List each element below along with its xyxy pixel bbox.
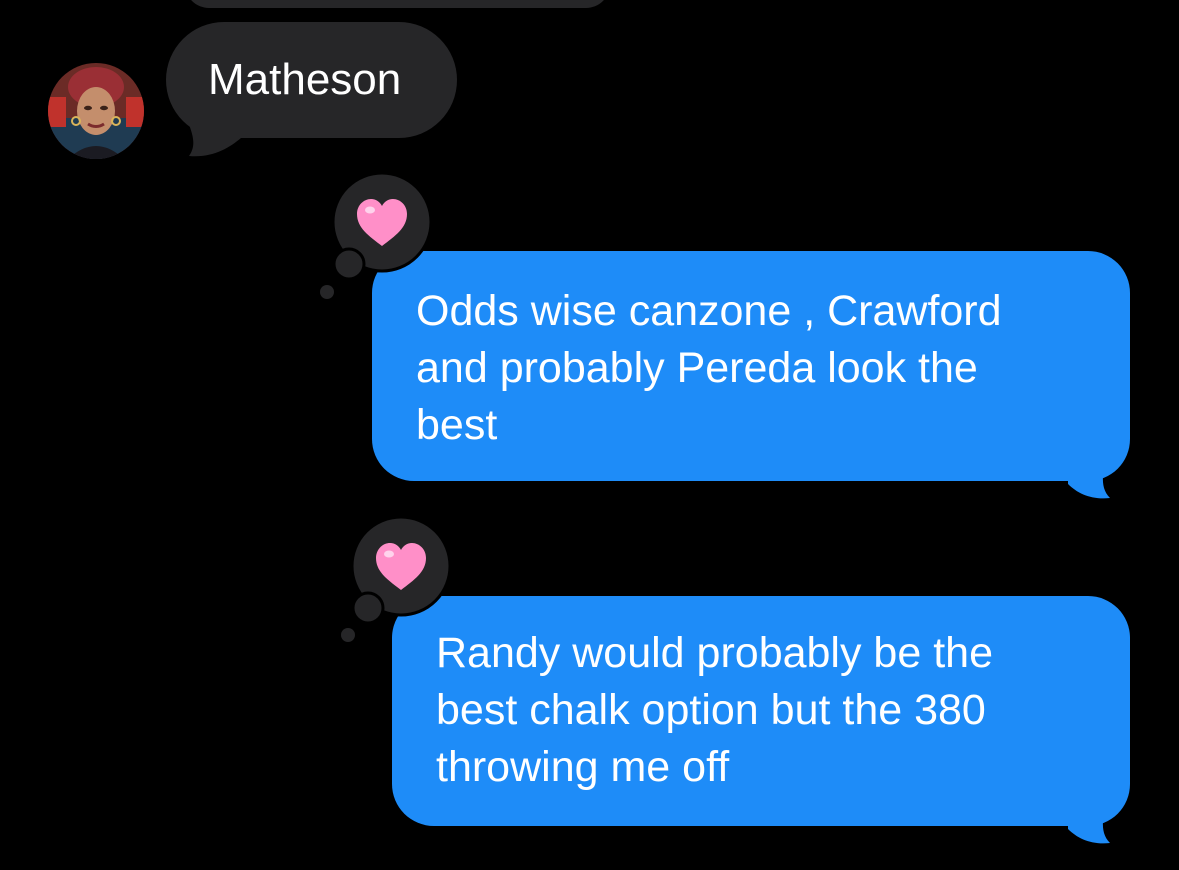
outgoing-bubble-tail	[1068, 795, 1110, 844]
reaction-tapback[interactable]	[336, 514, 536, 674]
outgoing-bubble-tail	[1068, 450, 1110, 499]
previous-message-bubble[interactable]	[185, 0, 610, 8]
message-line: throwing me off	[436, 743, 730, 791]
message-line: best	[416, 401, 498, 449]
message-line: and probably Pereda look the	[416, 344, 978, 392]
incoming-message-text: Matheson	[208, 55, 402, 104]
contact-avatar[interactable]	[48, 63, 144, 159]
message-line: Odds wise canzone , Crawford	[416, 287, 1002, 335]
incoming-bubble-tail	[185, 112, 241, 157]
reaction-tapback[interactable]	[317, 170, 517, 330]
message-line: best chalk option but the 380	[436, 686, 986, 734]
message-line: Randy would probably be the	[436, 629, 993, 677]
